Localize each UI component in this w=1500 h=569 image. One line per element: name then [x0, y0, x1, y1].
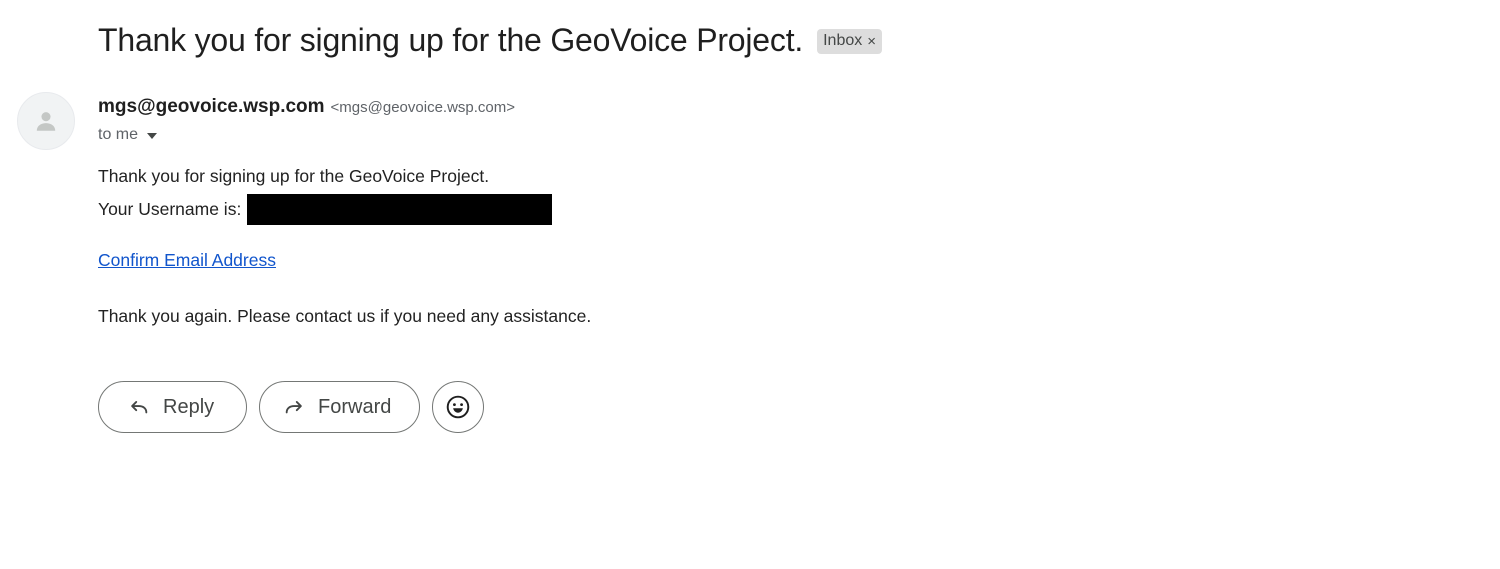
- message-actions: Reply Forward: [98, 381, 484, 433]
- remove-label-icon[interactable]: ×: [867, 34, 876, 49]
- confirm-email-link[interactable]: Confirm Email Address: [98, 250, 276, 271]
- reply-label: Reply: [163, 395, 215, 418]
- forward-button[interactable]: Forward: [259, 381, 420, 433]
- label-chip-text: Inbox: [823, 32, 863, 49]
- inbox-label-chip[interactable]: Inbox ×: [817, 29, 882, 54]
- person-icon: [36, 112, 56, 131]
- smiley-icon: [446, 395, 470, 419]
- sender-row: mgs@geovoice.wsp.com <mgs@geovoice.wsp.c…: [98, 96, 515, 118]
- body-line-signup: Thank you for signing up for the GeoVoic…: [98, 166, 490, 186]
- sender-avatar[interactable]: [17, 92, 75, 150]
- forward-label: Forward: [318, 395, 392, 418]
- email-subject: Thank you for signing up for the GeoVoic…: [98, 22, 804, 58]
- email-view: Thank you for signing up for the GeoVoic…: [0, 0, 1500, 569]
- reply-button[interactable]: Reply: [98, 381, 247, 433]
- caret-down-icon[interactable]: [147, 132, 158, 139]
- redacted-username-block: [247, 194, 553, 225]
- reply-arrow-icon: [127, 395, 151, 419]
- recipient-details-toggle[interactable]: to me: [98, 126, 158, 144]
- sender-email: <mgs@geovoice.wsp.com>: [330, 99, 516, 116]
- body-line-username: Your Username is:: [98, 194, 553, 225]
- body-line-closing: Thank you again. Please contact us if yo…: [98, 306, 592, 326]
- forward-arrow-icon: [282, 395, 306, 419]
- recipient-label: to me: [98, 126, 139, 143]
- username-label: Your Username is:: [98, 199, 242, 219]
- sender-name[interactable]: mgs@geovoice.wsp.com: [98, 96, 325, 118]
- subject-row: Thank you for signing up for the GeoVoic…: [98, 22, 882, 59]
- emoji-reaction-button[interactable]: [432, 381, 484, 433]
